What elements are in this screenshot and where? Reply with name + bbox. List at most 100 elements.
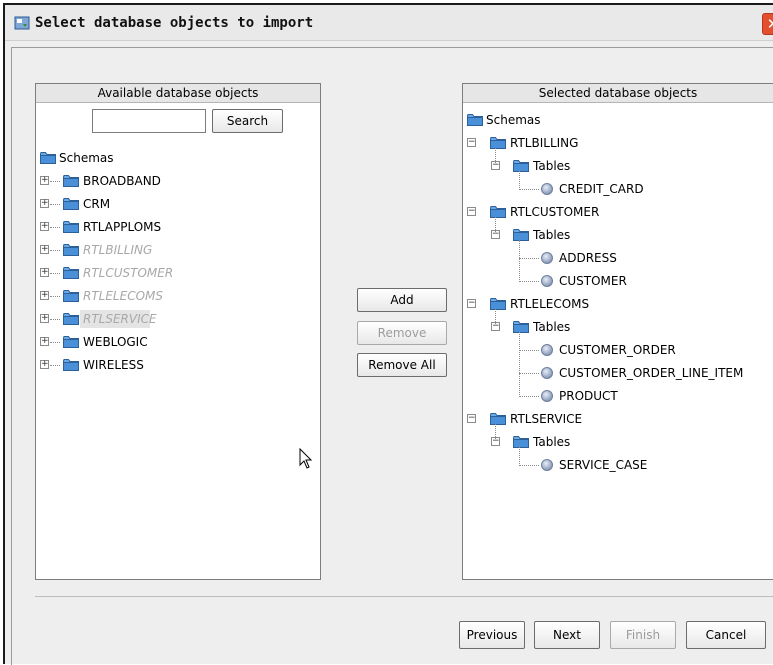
expand-icon[interactable]: + [40,245,49,254]
tree-connector [50,365,60,366]
folder-icon [63,198,79,210]
tree-connector [495,309,496,324]
import-icon [14,15,30,31]
collapse-icon[interactable]: − [467,138,476,147]
node-label: Tables [533,159,571,173]
node-label: RTLBILLING [83,243,153,257]
node-label: CUSTOMER_ORDER [559,343,676,357]
footer-separator [35,596,773,597]
expand-icon[interactable]: + [40,199,49,208]
tree-connector [519,373,539,374]
tree-connector [50,250,60,251]
folder-icon [513,436,529,448]
folder-icon [63,290,79,302]
tree-connector [50,319,60,320]
folder-icon [490,137,506,149]
node-label: WIRELESS [83,358,144,372]
folder-icon [63,359,79,371]
dialog-title: Select database objects to import [35,15,314,31]
expand-icon[interactable]: + [40,360,49,369]
node-label: RTLELECOMS [510,297,590,311]
folder-icon [63,221,79,233]
tree-connector [519,281,539,282]
node-label: CUSTOMER_ORDER_LINE_ITEM [559,366,744,380]
import-dialog: Select database objects to import ✕ Avai… [3,3,773,665]
search-button[interactable]: Search [212,109,283,133]
tree-connector [519,240,520,282]
available-objects-panel: Available database objects Search Schema… [35,83,321,580]
node-label: SERVICE_CASE [559,458,648,472]
folder-icon [513,321,529,333]
node-label: CRM [83,197,111,211]
table-icon [541,344,553,356]
folder-icon [490,413,506,425]
node-label: RTLBILLING [510,136,579,150]
table-icon [541,183,553,195]
collapse-icon[interactable]: − [467,414,476,423]
tree-connector [519,447,520,466]
folder-icon [513,160,529,172]
node-label: Tables [533,435,571,449]
add-button[interactable]: Add [357,288,447,312]
title-bar[interactable]: Select database objects to import ✕ [5,5,773,41]
remove-button[interactable]: Remove [357,321,447,345]
collapse-icon[interactable]: − [467,299,476,308]
node-label: ADDRESS [559,251,617,265]
mouse-cursor-icon [299,447,313,470]
expand-icon[interactable]: + [40,222,49,231]
node-label: RTLAPPLOMS [83,220,162,234]
node-label: CREDIT_CARD [559,182,644,196]
expand-icon[interactable]: + [40,314,49,323]
tree-connector [495,148,496,163]
table-icon [541,252,553,264]
node-label: RTLCUSTOMER [510,205,600,219]
folder-icon [63,175,79,187]
remove-all-button[interactable]: Remove All [357,353,447,377]
close-button[interactable]: ✕ [762,13,773,35]
folder-icon [63,244,79,256]
node-label: RTLSERVICE [83,312,157,326]
expand-icon[interactable]: + [40,268,49,277]
finish-button[interactable]: Finish [610,621,676,649]
schema-node-rtlservice[interactable]: RTLSERVICE [80,310,157,328]
folder-icon [63,336,79,348]
tree-connector [519,332,520,397]
previous-button[interactable]: Previous [459,621,525,649]
expand-icon[interactable]: + [40,337,49,346]
cancel-button[interactable]: Cancel [686,621,766,649]
dialog-content: Available database objects Search Schema… [11,47,773,665]
node-label: Tables [533,320,571,334]
node-label: Tables [533,228,571,242]
expand-icon[interactable]: + [40,176,49,185]
node-label: Schemas [486,113,541,127]
folder-icon [490,206,506,218]
table-icon [541,367,553,379]
table-icon [541,275,553,287]
next-button[interactable]: Next [534,621,600,649]
tree-connector [50,273,60,274]
node-label: WEBLOGIC [83,335,148,349]
search-input[interactable] [92,109,206,133]
tree-connector [495,424,496,439]
expand-icon[interactable]: + [40,291,49,300]
tree-connector [519,465,539,466]
folder-icon [40,152,56,164]
node-label: RTLELECOMS [83,289,163,303]
tree-connector [50,227,60,228]
node-label: Schemas [59,151,114,165]
folder-icon [63,267,79,279]
tree-connector [50,181,60,182]
folder-icon [513,229,529,241]
folder-icon [467,114,483,126]
selected-objects-header: Selected database objects [463,84,773,103]
tree-connector [519,350,539,351]
tree-connector [50,342,60,343]
node-label: RTLSERVICE [510,412,583,426]
node-label: BROADBAND [83,174,161,188]
selected-objects-panel: Selected database objects Schemas − RTLBIL… [462,83,773,580]
tree-connector [50,296,60,297]
collapse-icon[interactable]: − [467,207,476,216]
table-icon [541,390,553,402]
tree-connector [519,396,539,397]
node-label: PRODUCT [559,389,618,403]
